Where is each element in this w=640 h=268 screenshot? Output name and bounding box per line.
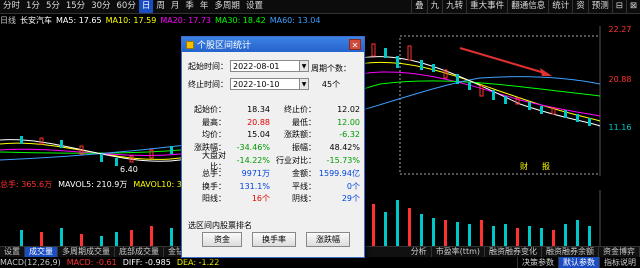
macd-info-row: MACD(12,26,9) MACD: -0.61 DIFF: -0.985 D…	[0, 257, 640, 268]
earnings-mark: 报	[542, 161, 550, 171]
tab-capital-game[interactable]: 资金博弈	[599, 247, 640, 257]
period-count-value: 45个	[321, 80, 341, 89]
annotation-arrow	[459, 47, 549, 75]
start-date-input[interactable]	[230, 60, 300, 72]
stats-row: 阳线： 16个 阴线： 29个	[202, 194, 360, 204]
period-toolbar: 分时 1分 5分 15分 30分 60分 日 周 月 季 年 多周期 设置 叠 …	[0, 0, 640, 14]
tab-volume[interactable]: 成交量	[25, 247, 58, 257]
tab-bottom-volume[interactable]: 底部成交量	[115, 247, 164, 257]
app-icon	[186, 40, 194, 49]
toolbar-item[interactable]: 周	[153, 0, 168, 13]
low-price-marker: 6.40	[120, 165, 138, 174]
ma10-value: MA10: 17.59	[105, 15, 157, 25]
default-params-button[interactable]: 默认参数	[558, 257, 599, 268]
minimize-icon[interactable]: ⊟	[611, 0, 626, 13]
toolbar-right-group: 叠 九 九转 重大事件 翻通信息 统计 资 预测 ⊟ ⊠	[411, 0, 640, 13]
toolbar-item[interactable]: 年	[197, 0, 212, 13]
price-top-label: 22.27	[609, 26, 632, 34]
close-icon[interactable]: ✕	[349, 39, 361, 50]
end-date-row: 终止时间： ▼	[188, 78, 309, 90]
stats-row: 换手： 131.1% 平线： 0个	[202, 181, 360, 191]
toolbar-right-item[interactable]: 九转	[442, 0, 466, 13]
ma60-value: MA60: 13.04	[269, 15, 321, 25]
toolbar-item[interactable]: 60分	[114, 0, 139, 13]
toolbar-item[interactable]: 1分	[23, 0, 43, 13]
toolbar-item[interactable]: 5分	[43, 0, 63, 13]
toolbar-item[interactable]: 15分	[63, 0, 88, 13]
rank-by-change-button[interactable]: 涨跌幅	[306, 232, 350, 247]
stats-row: 总手： 9971万 金额： 1599.94亿	[202, 168, 360, 178]
rank-by-capital-button[interactable]: 资金	[202, 232, 242, 247]
dialog-title: 个股区间统计	[197, 41, 252, 51]
tab-pe[interactable]: 市盈率(ttm)	[432, 247, 485, 257]
decision-params-button[interactable]: 决策参数	[517, 257, 558, 268]
diff-value: DIFF: -0.985	[122, 257, 171, 267]
toolbar-item[interactable]: 月	[168, 0, 183, 13]
stats-row: 均价： 15.04 涨跌额： -6.32	[202, 130, 360, 140]
toolbar-right-item[interactable]: 资	[572, 0, 588, 13]
period-count-label: 周期个数：	[311, 64, 351, 73]
stats-row: 最高： 20.88 最低： 12.00	[202, 117, 360, 127]
toolbar-right-item[interactable]: 叠	[411, 0, 427, 13]
toolbar-item[interactable]: 季	[182, 0, 197, 13]
macd-value: MACD: -0.61	[66, 257, 117, 267]
end-date-input[interactable]	[230, 78, 300, 90]
start-date-label: 起始时间：	[188, 61, 228, 71]
stock-name: 长安汽车	[20, 15, 52, 25]
maximize-icon[interactable]: ⊠	[625, 0, 640, 13]
tab-margin-balance[interactable]: 融资融券余额	[542, 247, 599, 257]
toolbar-right-item[interactable]: 预测	[587, 0, 612, 13]
annotation-arrow-head	[540, 68, 552, 76]
dialog-title-bar[interactable]: 个股区间统计	[182, 37, 364, 52]
stats-table: 起始价： 18.34 终止价： 12.02 最高： 20.88 最低： 12.00 均价…	[188, 103, 362, 205]
tab-multi-volume[interactable]: 多周期成交量	[58, 247, 115, 257]
toolbar-right-item[interactable]: 九	[426, 0, 443, 13]
macd-label: MACD(12,26,9)	[0, 257, 61, 267]
interval-stats-dialog: 个股区间统计 ✕ 起始时间： ▼ 终止时间： ▼ 周期个数： 45个 起始价：1…	[181, 36, 365, 258]
price-lower-label: 11.16	[609, 123, 632, 132]
toolbar-item-day[interactable]: 日	[138, 0, 154, 13]
stats-row: 起始价： 18.34 终止价： 12.02	[194, 104, 360, 114]
toolbar-item[interactable]: 30分	[88, 0, 113, 13]
ma5-value: MA5: 17.65	[56, 15, 102, 25]
toolbar-item[interactable]: 设置	[243, 0, 266, 13]
stats-row: 大盘对比： -14.22% 行业对比： -15.73%	[202, 150, 360, 171]
tab-margin-change[interactable]: 融资融券变化	[485, 247, 542, 257]
tab-settings[interactable]: 设置	[0, 247, 25, 257]
toolbar-right-item[interactable]: 翻通信息	[507, 0, 548, 13]
mavol5-value: MAVOL5: 210.9万	[58, 179, 128, 189]
chart-type-label: 日线	[0, 15, 16, 25]
selection-box	[399, 35, 601, 175]
toolbar-right-item[interactable]: 统计	[548, 0, 572, 13]
dea-value: DEA: -1.22	[176, 257, 220, 267]
period-count-box: 周期个数： 45个	[306, 63, 356, 90]
ma20-value: MA20: 17.73	[160, 15, 212, 25]
toolbar-right-item[interactable]: 重大事件	[466, 0, 507, 13]
indicator-help-button[interactable]: 指标说明	[599, 257, 640, 268]
start-date-row: 起始时间： ▼	[188, 60, 309, 72]
indicator-buttons: 决策参数 默认参数 指标说明	[517, 257, 640, 268]
toolbar-item[interactable]: 分时	[0, 0, 23, 13]
end-date-label: 终止时间：	[188, 79, 228, 89]
rank-by-turnover-button[interactable]: 换手率	[252, 232, 296, 247]
earnings-mark: 财	[520, 161, 528, 171]
ma30-value: MA30: 18.42	[215, 15, 266, 25]
ma-info-row: 日线 长安汽车 MA5: 17.65 MA10: 17.59 MA20: 17.…	[0, 14, 640, 26]
volume-label: 总手: 365.6万	[0, 179, 53, 189]
toolbar-item[interactable]: 多周期	[211, 0, 243, 13]
tab-analysis[interactable]: 分析	[407, 247, 432, 257]
ranking-section-label: 选区间内股票排名	[188, 221, 252, 230]
price-upper-label: 20.88	[609, 75, 632, 84]
